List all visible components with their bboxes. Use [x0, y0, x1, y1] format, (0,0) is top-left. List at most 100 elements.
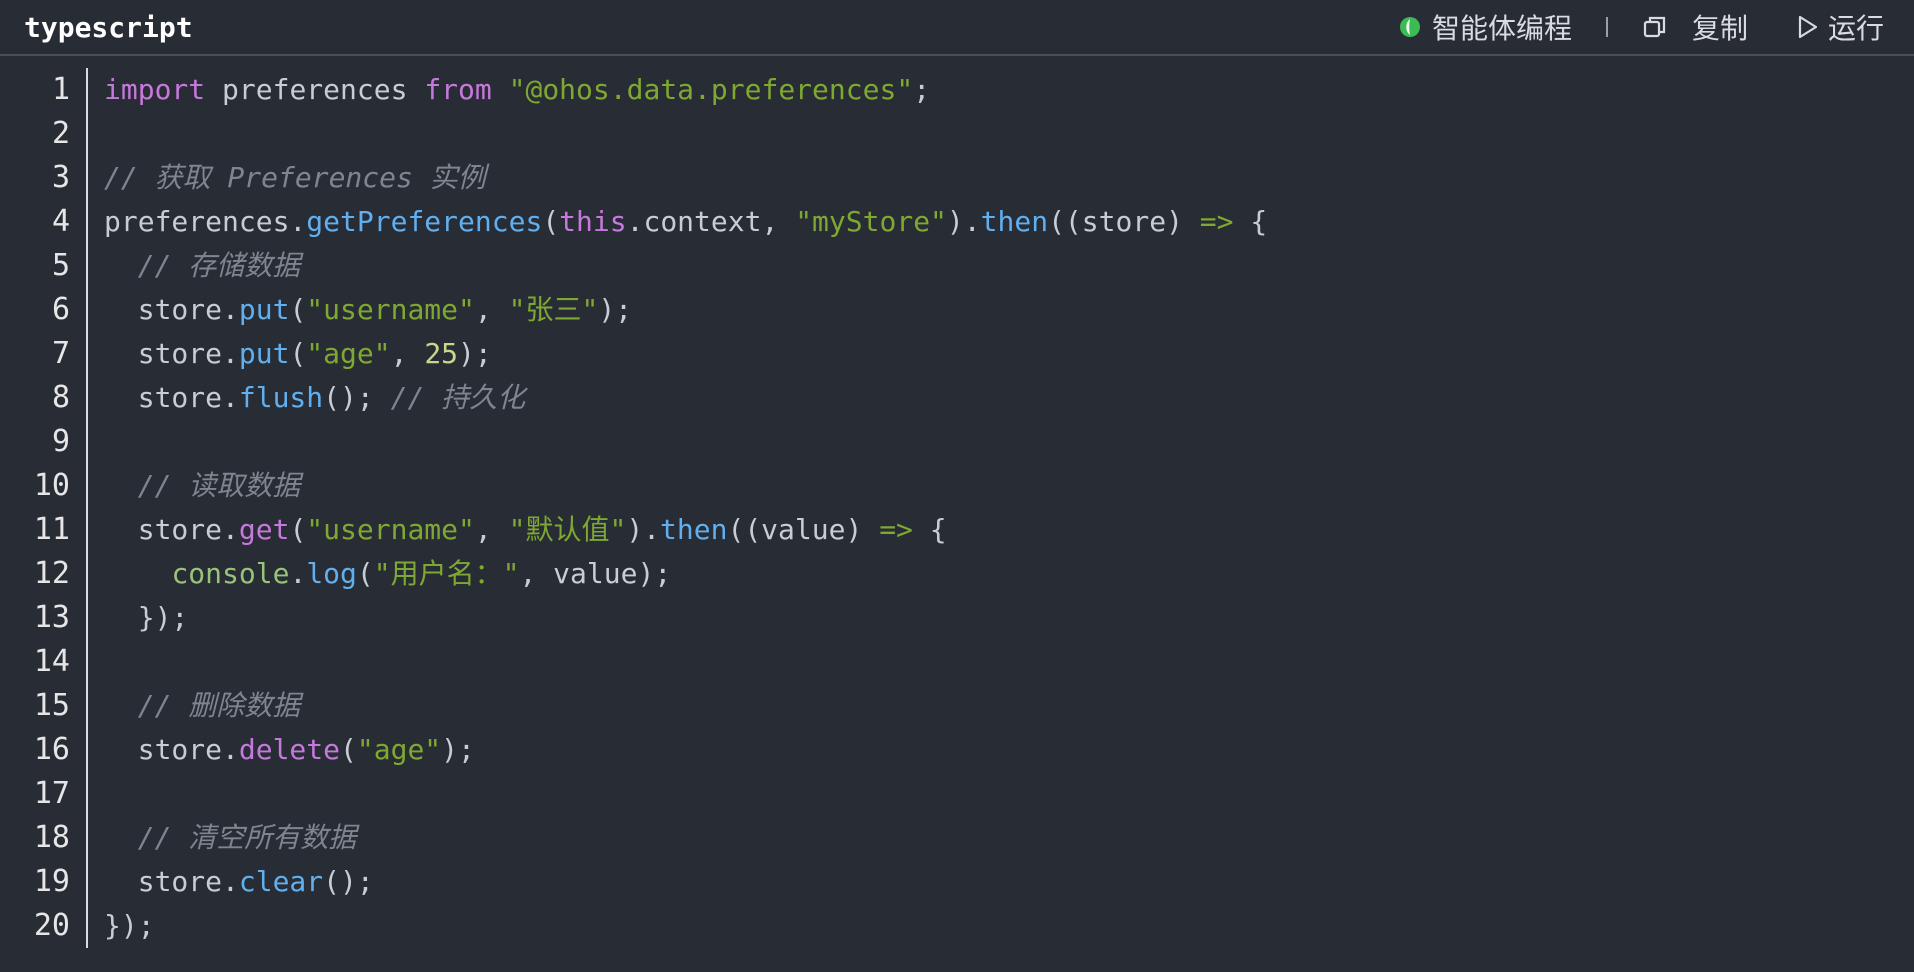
code-token: 25 — [424, 337, 459, 370]
code-text: import preferences from "@ohos.data.pref… — [104, 68, 930, 112]
line-number: 10 — [33, 468, 70, 503]
line-number: 11 — [33, 512, 70, 547]
code-token: delete — [238, 733, 341, 766]
code-token: , — [390, 337, 425, 370]
code-token: put — [238, 293, 290, 326]
code-token: store. — [104, 513, 239, 546]
line-number: 8 — [51, 380, 70, 415]
header-actions: 智能体编程 复制 运行 — [1398, 6, 1884, 48]
code-block-header: typescript 智能体编程 复制 运行 — [0, 0, 1914, 56]
code-token: store. — [104, 381, 239, 414]
code-token: ); — [441, 733, 475, 766]
code-token: "age" — [306, 337, 391, 370]
code-token: ( — [340, 733, 357, 766]
copy-icon — [1642, 14, 1668, 40]
code-text: store.get("username", "默认值").then((value… — [104, 508, 947, 552]
code-text: store.clear(); — [104, 860, 374, 904]
run-label: 运行 — [1827, 12, 1884, 45]
line-number: 19 — [33, 864, 70, 899]
code-token: ); — [458, 337, 492, 370]
code-line: 11 store.get("username", "默认值").then((va… — [0, 508, 1914, 552]
code-token: (); — [323, 865, 374, 898]
code-token: { — [912, 513, 947, 546]
code-token: ( — [289, 337, 307, 370]
code-line: 4 preferences.getPreferences(this.context… — [0, 200, 1914, 244]
line-number: 15 — [33, 688, 70, 723]
code-text: console.log("用户名：", value); — [104, 552, 671, 596]
code-token: ( — [356, 557, 374, 590]
code-token: then — [660, 513, 728, 546]
code-text: }); — [104, 596, 189, 640]
copy-button[interactable]: 复制 — [1642, 7, 1748, 47]
code-token: then — [980, 205, 1049, 238]
code-line: 17 — [0, 772, 1914, 816]
ai-agent-icon — [1398, 15, 1422, 39]
code-token: // 存储数据 — [137, 249, 301, 282]
code-token: }); — [104, 601, 189, 634]
code-token: "username" — [306, 293, 475, 326]
code-token: "张三" — [508, 293, 599, 326]
line-number: 4 — [51, 204, 70, 239]
code-line: 8 store.flush(); // 持久化 — [0, 376, 1914, 420]
code-token: "默认值" — [508, 513, 627, 546]
code-text: store.put("age", 25); — [104, 332, 492, 376]
code-token: get — [238, 513, 290, 546]
code-token: . — [289, 557, 307, 590]
line-number: 18 — [33, 820, 70, 855]
run-button[interactable]: 运行 — [1794, 7, 1884, 47]
code-token: (); — [323, 381, 391, 414]
code-line: 15 // 删除数据 — [0, 684, 1914, 728]
code-line: 10 // 读取数据 — [0, 464, 1914, 508]
code-line: 18 // 清空所有数据 — [0, 816, 1914, 860]
line-number: 1 — [51, 72, 70, 107]
separator — [1605, 17, 1608, 37]
code-token: "用户名：" — [373, 557, 520, 590]
line-number: 13 — [33, 600, 70, 635]
code-text: // 清空所有数据 — [104, 816, 357, 860]
code-token: preferences — [205, 73, 425, 106]
code-token: flush — [238, 381, 324, 414]
copy-label: 复制 — [1691, 12, 1748, 45]
code-token: console — [171, 557, 290, 590]
code-text: store.flush(); // 持久化 — [104, 376, 525, 420]
code-editor[interactable]: 1 import preferences from "@ohos.data.pre… — [0, 68, 1914, 948]
line-number: 17 — [33, 776, 70, 811]
code-line: 5 // 存储数据 — [0, 244, 1914, 288]
code-token: ). — [946, 205, 981, 238]
ai-agent-label: 智能体编程 — [1431, 12, 1572, 45]
code-token: getPreferences — [306, 205, 543, 238]
code-line: 3 // 获取 Preferences 实例 — [0, 156, 1914, 200]
code-text: preferences.getPreferences(this.context,… — [104, 200, 1267, 244]
code-token: ). — [626, 513, 661, 546]
code-line: 9 — [0, 420, 1914, 464]
code-text: store.delete("age"); — [104, 728, 475, 772]
code-line: 14 — [0, 640, 1914, 684]
code-token: // 删除数据 — [137, 689, 301, 722]
code-token: "myStore" — [795, 205, 947, 238]
code-token: // 清空所有数据 — [137, 821, 357, 854]
code-line: 2 — [0, 112, 1914, 156]
code-token: // 持久化 — [390, 381, 526, 414]
code-text: store.put("username", "张三"); — [104, 288, 632, 332]
line-number: 7 — [51, 336, 70, 371]
code-line: 1 import preferences from "@ohos.data.pre… — [0, 68, 1914, 112]
code-token: , — [474, 293, 509, 326]
code-line: 13 }); — [0, 596, 1914, 640]
line-number: 9 — [51, 424, 70, 459]
code-token: ( — [289, 513, 307, 546]
code-token: "age" — [356, 733, 442, 766]
language-label: typescript — [24, 11, 193, 44]
code-token: ((store) — [1048, 205, 1200, 238]
code-line: 12 console.log("用户名：", value); — [0, 552, 1914, 596]
code-line: 16 store.delete("age"); — [0, 728, 1914, 772]
code-token: store. — [104, 733, 239, 766]
line-number: 3 — [51, 160, 70, 195]
code-token: ; — [913, 73, 931, 106]
code-line: 20}); — [0, 904, 1914, 948]
ai-agent-button[interactable]: 智能体编程 — [1398, 7, 1572, 47]
line-number: 5 — [51, 248, 70, 283]
